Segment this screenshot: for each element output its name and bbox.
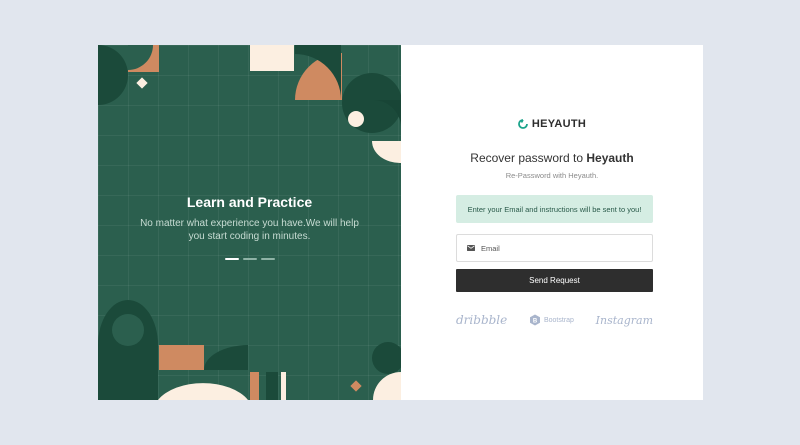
peach-stripe-bottom [250,372,259,400]
dark-half-circle-bottom [204,345,248,370]
cream-block-top [250,45,294,71]
carousel-dot-3[interactable] [260,258,275,260]
page-title-prefix: Recover password to [470,151,587,165]
page-title-brand: Heyauth [586,151,634,165]
mail-icon [467,245,475,251]
top-decoration [98,45,401,164]
recover-form-panel: HEYAUTH Recover password to Heyauth Re-P… [401,45,703,400]
email-field[interactable] [456,234,653,262]
brand-logos-row: dribbble B Bootstrap Instagram [456,313,653,327]
bottom-decoration [98,300,401,400]
email-input[interactable] [481,243,641,253]
diamond-bottom [350,380,362,392]
carousel-dot-2[interactable] [242,258,257,260]
dark-circle-top-left [98,45,128,105]
diamond-top [136,77,148,89]
auth-card: Learn and Practice No matter what experi… [98,45,703,400]
cream-half-circle-right [371,141,401,164]
bootstrap-label: Bootstrap [543,316,574,324]
bootstrap-icon: B [529,314,540,326]
carousel-dot-1[interactable] [224,258,239,260]
instagram-logo: Instagram [595,313,653,327]
dark-circle-bottom-right [372,342,401,374]
cream-dome-bottom [158,383,248,400]
cream-quarter-bottom-right [373,372,401,400]
bootstrap-logo: B Bootstrap [529,314,574,326]
dark-stripe-bottom [266,372,278,400]
info-alert: Enter your Email and instructions will b… [456,195,653,223]
cream-dot [348,111,364,127]
dribbble-logo: dribbble [456,313,508,327]
left-showcase-panel: Learn and Practice No matter what experi… [98,45,401,400]
page-subtitle: Re-Password with Heyauth. [505,171,599,180]
slide-title: Learn and Practice [186,194,313,210]
send-request-button[interactable]: Send Request [456,269,653,292]
green-ring-bottom-left [112,314,144,346]
cream-stripe-bottom [281,372,286,400]
logo-text: HEYAUTH [531,118,587,130]
peach-block-bottom [159,345,204,370]
heyauth-logo-icon [517,119,528,129]
slide-description: No matter what experience you have.We wi… [140,218,359,242]
svg-text:B: B [533,318,538,324]
brand-logo[interactable]: HEYAUTH [401,118,703,130]
carousel-indicators [98,258,401,260]
page-title: Recover password to Heyauth [401,151,703,165]
